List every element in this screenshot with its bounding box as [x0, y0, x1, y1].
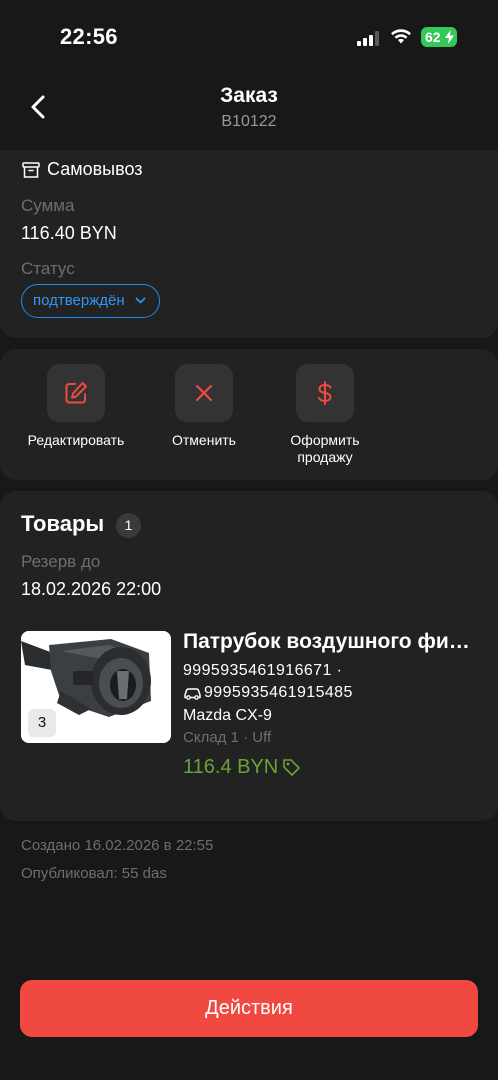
- reserve-value: 18.02.2026 22:00: [21, 579, 162, 599]
- product-code: 9995935461916671 ·: [183, 662, 343, 679]
- status-dropdown[interactable]: подтверждён: [21, 284, 160, 318]
- archive-box-icon: [22, 161, 40, 178]
- quantity-badge: 3: [28, 709, 56, 737]
- sell-button[interactable]: [296, 364, 354, 422]
- tag-icon: [283, 759, 301, 776]
- sell-action[interactable]: Оформить продажу: [263, 364, 387, 466]
- delivery-label: Самовывоз: [47, 159, 143, 179]
- edit-icon: [65, 382, 87, 404]
- close-icon: [195, 384, 213, 402]
- goods-card: Товары 1 Резерв до 18.02.2026 22:00 3 Па…: [0, 491, 498, 821]
- page-title: Заказ: [220, 84, 278, 107]
- status-label: Статус: [21, 259, 75, 278]
- wifi-icon: [391, 29, 411, 44]
- battery-level: 62: [425, 29, 441, 45]
- signal-icon: [357, 30, 381, 46]
- battery-icon: 62: [421, 27, 457, 47]
- product-car: Mazda CX-9: [183, 707, 272, 724]
- cancel-action[interactable]: Отменить: [142, 364, 266, 449]
- product-name[interactable]: Патрубок воздушного фильтра: [183, 630, 473, 654]
- bolt-icon: [445, 30, 454, 44]
- product-alt-code-value: 9995935461915485: [204, 684, 353, 701]
- dollar-icon: [318, 381, 332, 405]
- status-time: 22:56: [60, 24, 118, 49]
- product-alt-code: 9995935461915485: [183, 684, 353, 702]
- cancel-button[interactable]: [175, 364, 233, 422]
- edit-button[interactable]: [47, 364, 105, 422]
- chevron-down-icon: [135, 297, 146, 304]
- product-price-value: 116.4 BYN: [183, 756, 279, 778]
- status-bar: 22:56 62: [0, 0, 498, 70]
- cancel-label: Отменить: [172, 432, 236, 448]
- header: Заказ В10122: [0, 70, 498, 150]
- sell-label: Оформить продажу: [290, 432, 360, 465]
- car-icon: [184, 688, 201, 700]
- sum-label: Сумма: [21, 196, 75, 215]
- goods-title: Товары: [21, 511, 105, 536]
- order-number: В10122: [221, 113, 277, 130]
- published-info: Опубликовал: 55 das: [21, 865, 167, 882]
- edit-action[interactable]: Редактировать: [14, 364, 138, 449]
- actions-button[interactable]: Действия: [20, 980, 478, 1037]
- product-price: 116.4 BYN: [183, 756, 301, 779]
- actions-card: Редактировать Отменить Оформить продажу: [0, 349, 498, 480]
- order-info-card: Самовывоз Сумма 116.40 BYN Статус подтве…: [0, 150, 498, 338]
- status-value: подтверждён: [33, 292, 125, 309]
- delivery-type: Самовывоз: [21, 159, 143, 180]
- created-info: Создано 16.02.2026 в 22:55: [21, 837, 214, 854]
- product-stock: Склад 1 · Uff: [183, 729, 272, 746]
- goods-count-badge: 1: [116, 513, 141, 538]
- reserve-label: Резерв до: [21, 552, 101, 571]
- sum-value: 116.40 BYN: [21, 223, 117, 243]
- edit-label: Редактировать: [27, 432, 125, 448]
